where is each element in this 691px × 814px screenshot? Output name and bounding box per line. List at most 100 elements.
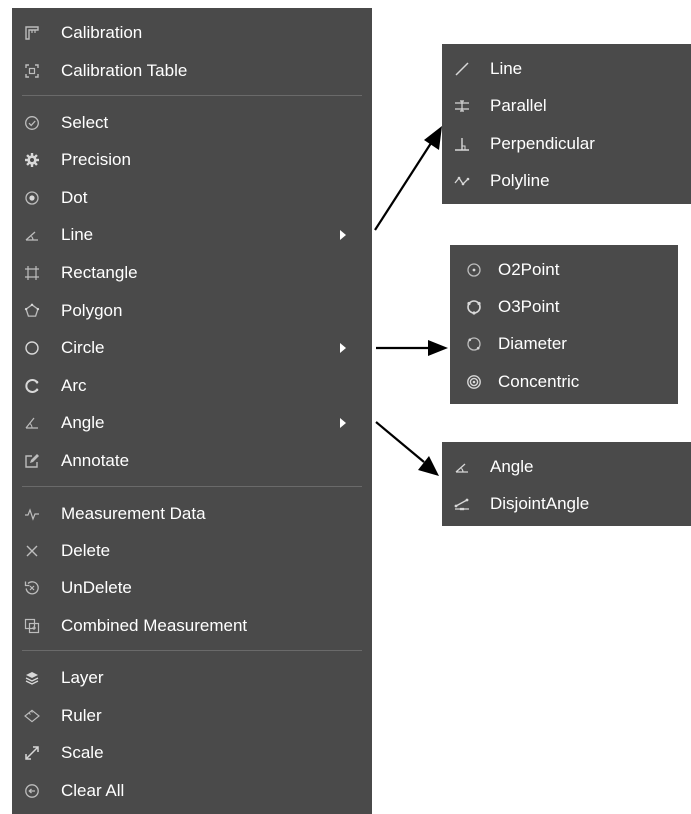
menu-item-label: Ruler: [61, 706, 102, 725]
parallel-icon: [453, 97, 471, 115]
menu-item-polygon[interactable]: Polygon: [12, 293, 372, 329]
menu-item-rectangle[interactable]: Rectangle: [12, 255, 372, 291]
submenu-item-diameter[interactable]: Diameter: [450, 326, 678, 362]
combined-icon: [23, 617, 41, 635]
menu-item-circle[interactable]: Circle: [12, 330, 372, 366]
concentric-icon: [465, 373, 483, 391]
submenu-item-concentric[interactable]: Concentric: [450, 364, 678, 400]
menu-item-label: Calibration Table: [61, 61, 188, 80]
perpendicular-icon: [453, 135, 471, 153]
close-icon: [23, 542, 41, 560]
menu-item-clear-all[interactable]: Clear All: [12, 773, 372, 809]
menu-item-label: Diameter: [498, 334, 567, 353]
menu-item-label: O3Point: [498, 297, 560, 316]
menu-item-scale[interactable]: Scale: [12, 735, 372, 771]
menu-item-delete[interactable]: Delete: [12, 533, 372, 569]
menu-item-label: Line: [490, 59, 523, 78]
menu-item-layer[interactable]: Layer: [12, 660, 372, 696]
menu-item-label: Circle: [61, 338, 105, 357]
menu-item-label: Angle: [490, 457, 534, 476]
menu-separator: [22, 95, 362, 96]
measurement-data-icon: [23, 505, 41, 523]
menu-item-measurement-data[interactable]: Measurement Data: [12, 496, 372, 532]
menu-item-combined-measurement[interactable]: Combined Measurement: [12, 608, 372, 644]
menu-item-label: Parallel: [490, 96, 547, 115]
arrow-to-line-submenu: [374, 126, 442, 231]
circle-icon: [23, 339, 41, 357]
menu-item-calibration-table[interactable]: Calibration Table: [12, 53, 372, 89]
diameter-icon: [465, 335, 483, 353]
polyline-icon: [453, 172, 471, 190]
menu-item-label: Combined Measurement: [61, 616, 248, 635]
o2point-icon: [465, 261, 483, 279]
submenu-item-line[interactable]: Line: [442, 51, 691, 87]
menu-item-ruler[interactable]: Ruler: [12, 698, 372, 734]
submenu-arrow-icon: [340, 343, 346, 353]
menu-item-annotate[interactable]: Annotate: [12, 443, 372, 479]
polygon-icon: [23, 302, 41, 320]
menu-item-label: Layer: [61, 668, 104, 687]
arrow-to-angle-submenu: [375, 421, 439, 476]
dot-icon: [23, 189, 41, 207]
menu-item-line[interactable]: Line: [12, 217, 372, 253]
menu-item-arc[interactable]: Arc: [12, 368, 372, 404]
submenu-line: Line Parallel Perpendicular Polyline: [442, 44, 691, 204]
scale-icon: [23, 744, 41, 762]
menu-item-label: Dot: [61, 188, 88, 207]
line-icon: [23, 226, 41, 244]
menu-item-label: Annotate: [61, 451, 130, 470]
submenu-item-parallel[interactable]: Parallel: [442, 88, 691, 124]
menu-item-angle[interactable]: Angle: [12, 405, 372, 441]
menu-item-label: Delete: [61, 541, 111, 560]
menu-item-calibration[interactable]: Calibration: [12, 15, 372, 51]
menu-item-undelete[interactable]: UnDelete: [12, 570, 372, 606]
context-menu: Calibration Calibration Table Select Pre…: [12, 8, 372, 814]
select-icon: [23, 114, 41, 132]
undelete-icon: [23, 579, 41, 597]
menu-item-label: Calibration: [61, 23, 143, 42]
calibration-icon: [23, 24, 41, 42]
menu-item-precision[interactable]: Precision: [12, 142, 372, 178]
submenu-arrow-icon: [340, 230, 346, 240]
angle-icon: [23, 414, 41, 432]
menu-item-select[interactable]: Select: [12, 105, 372, 141]
arc-icon: [23, 377, 41, 395]
menu-item-label: Arc: [61, 376, 87, 395]
menu-item-label: Scale: [61, 743, 104, 762]
menu-separator: [22, 486, 362, 487]
menu-item-label: O2Point: [498, 260, 560, 279]
submenu-item-o3point[interactable]: O3Point: [450, 289, 678, 325]
menu-item-label: Rectangle: [61, 263, 138, 282]
menu-item-label: Precision: [61, 150, 131, 169]
menu-separator: [22, 650, 362, 651]
submenu-item-o2point[interactable]: O2Point: [450, 252, 678, 288]
submenu-item-polyline[interactable]: Polyline: [442, 163, 691, 199]
menu-item-label: Measurement Data: [61, 504, 206, 523]
annotate-icon: [23, 452, 41, 470]
submenu-item-disjoint-angle[interactable]: DisjointAngle: [442, 486, 691, 522]
menu-item-label: Select: [61, 113, 109, 132]
menu-item-label: DisjointAngle: [490, 494, 590, 513]
line-icon: [453, 60, 471, 78]
menu-item-label: Polyline: [490, 171, 550, 190]
menu-item-label: Perpendicular: [490, 134, 595, 153]
menu-item-label: Line: [61, 225, 94, 244]
menu-item-label: Angle: [61, 413, 105, 432]
submenu-item-perpendicular[interactable]: Perpendicular: [442, 126, 691, 162]
submenu-angle: Angle DisjointAngle: [442, 442, 691, 526]
ruler-icon: [23, 707, 41, 725]
disjoint-angle-icon: [453, 495, 471, 513]
menu-item-label: Concentric: [498, 372, 580, 391]
calibration-table-icon: [23, 62, 41, 80]
menu-item-label: Polygon: [61, 301, 123, 320]
menu-item-dot[interactable]: Dot: [12, 180, 372, 216]
clear-all-icon: [23, 782, 41, 800]
submenu-item-angle[interactable]: Angle: [442, 449, 691, 485]
submenu-circle: O2Point O3Point Diameter Concentric: [450, 245, 678, 404]
layer-icon: [23, 669, 41, 687]
arrow-to-circle-submenu: [376, 340, 448, 356]
menu-item-label: Clear All: [61, 781, 125, 800]
rectangle-icon: [23, 264, 41, 282]
angle-icon: [453, 458, 471, 476]
gear-icon: [23, 151, 41, 169]
